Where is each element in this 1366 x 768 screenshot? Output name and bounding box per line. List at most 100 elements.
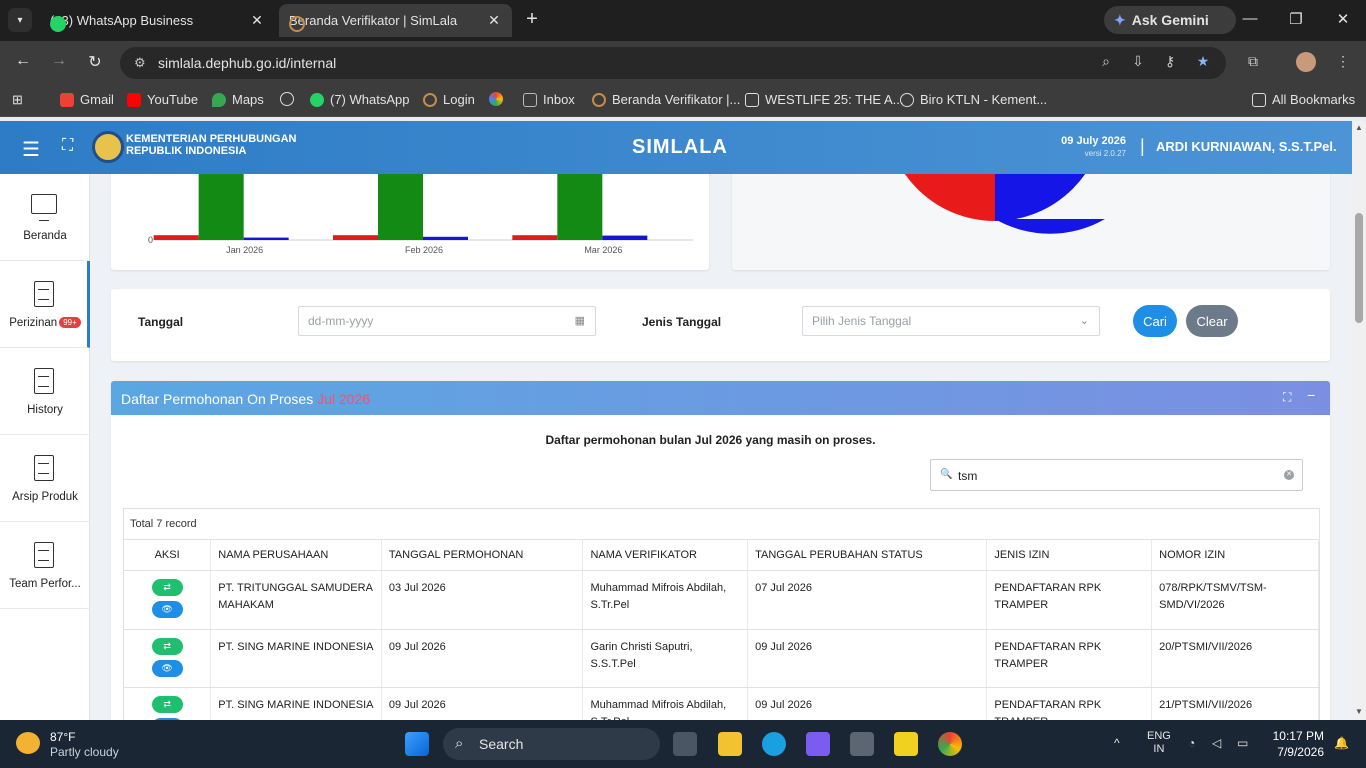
bookmark-login[interactable]: Login [423,92,475,107]
sidebar-item-history[interactable]: History [0,348,90,435]
clear-search-icon[interactable]: ✕ [1284,470,1294,480]
col-nama-perusahaan[interactable]: NAMA PERUSAHAAN [210,539,382,571]
taskbar-search[interactable]: ⌕ Search [443,728,660,760]
search-value: tsm [958,469,978,483]
language-indicator[interactable]: ENG IN [1147,730,1171,756]
change-status-icon[interactable]: ⇄ [151,579,183,596]
zoom-icon[interactable]: ⌕ [1096,53,1116,70]
tanggal-input[interactable]: dd-mm-yyyy ▦ [298,306,596,336]
list-title-text: Daftar Permohonan On Proses [121,391,314,407]
system-clock[interactable]: 10:17 PM 7/9/2026 [1268,728,1324,760]
col-aksi[interactable]: AKSI [124,539,212,571]
close-tab-icon[interactable]: ✕ [249,12,265,29]
tab-search-button[interactable]: ▾ [8,8,32,32]
bookmark-star-icon[interactable]: ★ [1193,53,1213,70]
camera-icon[interactable] [850,732,874,756]
bookmark-beranda[interactable]: Beranda Verifikator |... [592,92,740,107]
minimize-icon[interactable]: — [1240,10,1260,27]
sidebar-item-team-performance[interactable]: Team Perfor... [0,522,90,609]
site-info-icon[interactable]: ⚙ [134,55,146,71]
tab-simlala[interactable]: Beranda Verifikator | SimLala ✕ [279,4,512,37]
bar[interactable] [378,174,423,240]
back-icon[interactable]: ← [12,52,34,70]
browser-menu-icon[interactable]: ⋮ [1333,53,1353,70]
volume-icon[interactable]: ◁ [1212,736,1221,750]
ask-gemini-button[interactable]: ✦ Ask Gemini [1104,6,1236,34]
edge-icon[interactable] [762,732,786,756]
show-hidden-icons[interactable]: ^ [1114,736,1120,750]
fullscreen-icon[interactable]: ⛶ [62,137,73,155]
col-nomor-izin[interactable]: NOMOR IZIN [1151,539,1319,571]
bar[interactable] [333,235,378,240]
bar[interactable] [153,235,199,240]
cell-tanggal: 09 Jul 2026 [381,687,584,720]
tab-whatsapp[interactable]: (43) WhatsApp Business ✕ [40,4,275,37]
all-bookmarks[interactable]: All Bookmarks [1252,92,1355,107]
bookmark-youtube[interactable]: YouTube [127,92,198,107]
view-eye-icon[interactable]: 👁 [151,660,183,677]
install-app-icon[interactable]: ⇩ [1128,53,1148,70]
cari-button[interactable]: Cari [1133,305,1177,337]
wifi-icon[interactable]: ◔ [1188,736,1195,750]
reload-icon[interactable]: ↻ [84,52,106,72]
restore-icon[interactable]: ❐ [1286,10,1306,28]
table-search-input[interactable]: 🔍 tsm ✕ [930,459,1303,491]
bookmark-globe[interactable] [280,92,300,106]
bookmark-inbox[interactable]: Inbox [523,92,575,107]
new-tab-icon[interactable]: + [520,8,544,31]
user-name[interactable]: ARDI KURNIAWAN, S.S.T.Pel. [1156,139,1337,154]
bookmark-label: All Bookmarks [1272,92,1356,107]
collapse-icon[interactable]: − [1307,387,1315,403]
pie-chart [904,174,1105,234]
profile-avatar-icon[interactable] [1296,52,1316,72]
hamburger-menu-icon[interactable]: ☰ [22,137,40,162]
calendar-icon[interactable]: ▦ [575,314,585,327]
scroll-up-icon[interactable]: ▲ [1355,123,1363,132]
bar[interactable] [198,174,244,240]
bar[interactable] [423,236,468,240]
sticky-notes-icon[interactable] [894,732,918,756]
extensions-icon[interactable]: ⧉ [1243,53,1263,70]
page-scrollbar[interactable]: ▲ ▼ [1352,121,1366,720]
view-eye-icon[interactable]: 👁 [151,601,183,618]
bar[interactable] [512,235,558,240]
address-bar[interactable]: ⚙ simlala.dephub.go.id/internal [120,47,1226,79]
bookmark-whatsapp[interactable]: (7) WhatsApp [310,92,409,107]
col-tanggal-permohonan[interactable]: TANGGAL PERMOHONAN [381,539,584,571]
change-status-icon[interactable]: ⇄ [151,638,183,655]
sidebar-item-arsip-produk[interactable]: Arsip Produk [0,435,90,522]
col-tanggal-perubahan-status[interactable]: TANGGAL PERUBAHAN STATUS [747,539,988,571]
forward-icon[interactable]: → [48,52,70,70]
col-nama-verifikator[interactable]: NAMA VERIFIKATOR [582,539,749,571]
copilot-icon[interactable] [806,732,830,756]
change-status-icon[interactable]: ⇄ [151,696,183,713]
bar[interactable] [602,235,648,240]
bookmark-maps[interactable]: Maps [212,92,264,107]
close-tab-icon[interactable]: ✕ [486,12,502,29]
bar-chart: 02,500Jan 2026Feb 2026Mar 2026 [148,174,693,255]
sidebar-item-perizinan[interactable]: Perizinan 99+ [0,261,90,348]
scrollbar-thumb[interactable] [1355,213,1363,323]
file-explorer-icon[interactable] [718,732,742,756]
cell-verifikator: Muhammad Mifrois Abdilah, S.Tr.Pel [582,687,749,720]
bar[interactable] [557,174,603,240]
close-window-icon[interactable]: ✕ [1333,10,1353,28]
bookmark-gmail[interactable]: Gmail [60,92,114,107]
apps-grid-icon[interactable]: ⊞ [12,92,23,108]
scroll-down-icon[interactable]: ▼ [1355,707,1363,716]
bar[interactable] [243,237,289,240]
jenis-tanggal-select[interactable]: Pilih Jenis Tanggal ⌄ [802,306,1100,336]
windows-start-icon[interactable] [405,732,429,756]
password-key-icon[interactable]: ⚷ [1160,53,1180,70]
battery-icon[interactable]: ▭ [1237,736,1248,750]
col-jenis-izin[interactable]: JENIS IZIN [986,539,1153,571]
notification-icon[interactable]: 🔔 [1334,736,1349,750]
chrome-icon[interactable] [938,732,962,756]
bookmark-westlife[interactable]: WESTLIFE 25: THE A... [745,92,903,107]
sidebar-item-beranda[interactable]: Beranda [0,174,90,261]
bookmark-biro-ktln[interactable]: Biro KTLN - Kement... [900,92,1047,107]
task-view-icon[interactable] [673,732,697,756]
clear-button[interactable]: Clear [1186,305,1238,337]
expand-icon[interactable]: ⛶ [1283,390,1291,405]
bookmark-photos[interactable] [489,92,509,106]
